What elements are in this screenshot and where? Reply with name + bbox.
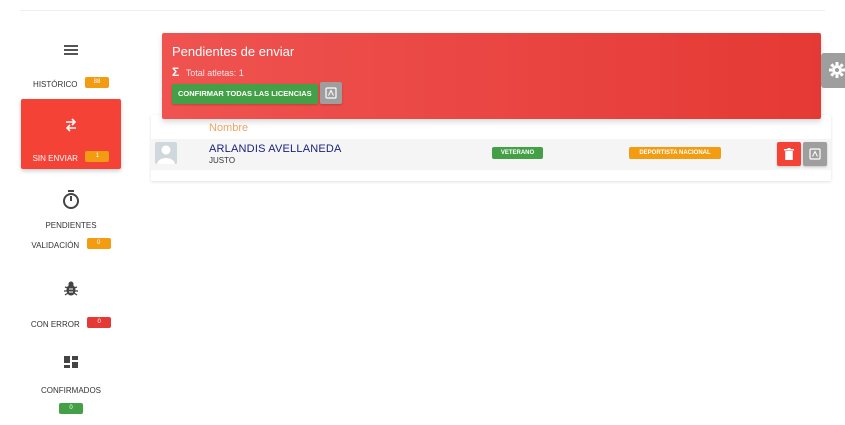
type-badge: DEPORTISTA NACIONAL [629,147,721,159]
gear-icon [829,62,845,78]
stopwatch-icon [63,190,79,209]
count-badge: 0 [59,403,83,415]
category-badge: VETERANO [492,147,543,159]
pending-header-card: Pendientes de enviar Σ Total atletas: 1 … [162,33,821,119]
delete-button[interactable] [777,142,801,166]
count-badge: 1 [85,151,110,163]
bug-icon [64,281,78,296]
sidebar-item-label-line2: VALIDACIÓN [31,241,80,250]
avatar [155,142,177,164]
sidebar-item-sin-enviar[interactable]: SIN ENVIAR 1 [21,99,121,169]
sidebar-item-con-error[interactable]: CON ERROR 0 [21,281,121,332]
sidebar-item-label: CON ERROR [30,320,80,329]
pdf-icon [325,87,337,99]
card-title: Pendientes de enviar [172,44,295,59]
sidebar-item-label-line1: PENDIENTES [45,221,97,230]
column-header-nombre: Nombre [209,122,249,134]
confirm-all-licenses-button[interactable]: CONFIRMAR TODAS LAS LICENCIAS [172,84,318,104]
count-badge: 0 [86,238,111,250]
athlete-name[interactable]: ARLANDIS AVELLANEDA [209,143,342,155]
total-athletes: Σ Total atletas: 1 [172,65,244,79]
user-silhouette-icon [157,145,175,164]
top-divider [20,10,825,11]
sigma-icon: Σ [172,65,180,79]
sidebar-item-confirmados[interactable]: CONFIRMADOS 0 [21,355,121,418]
pdf-icon [809,148,821,160]
dashboard-icon [64,356,78,368]
sidebar-item-historico[interactable]: HISTÓRICO 88 [21,44,121,92]
sidebar-item-label: CONFIRMADOS [41,386,101,395]
settings-button[interactable] [821,53,845,88]
sidebar-item-label: HISTÓRICO [33,80,78,89]
pdf-export-button[interactable] [320,82,342,104]
swap-arrows-icon [65,118,77,132]
trash-icon [784,148,794,160]
athlete-surname: JUSTO [209,156,236,165]
list-icon [64,45,78,55]
sidebar-item-pendientes-validacion[interactable]: PENDIENTES VALIDACIÓN 0 [21,190,121,253]
sidebar-item-label: SIN ENVIAR [32,154,78,163]
count-badge: 88 [84,77,109,89]
row-pdf-button[interactable] [803,142,827,166]
total-athletes-text: Total atletas: 1 [185,68,244,78]
count-badge: 0 [87,317,112,329]
